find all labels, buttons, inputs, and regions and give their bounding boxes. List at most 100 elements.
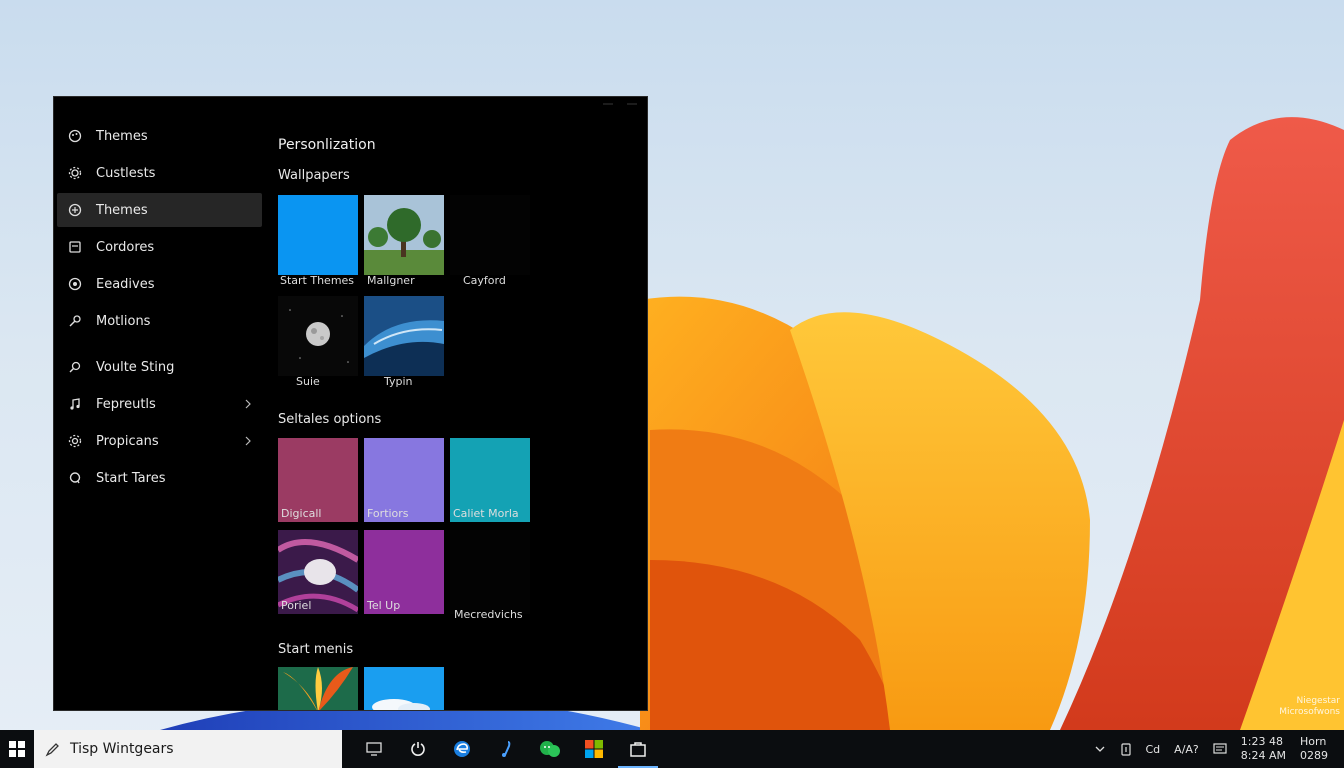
chat-app-button[interactable] [528,730,572,768]
wallpaper-tile-suie[interactable] [278,296,358,376]
sidebar-item-voulte-sting[interactable]: Voulte Sting [57,350,262,384]
sidebar-item-themes-active[interactable]: Themes [57,193,262,227]
sidebar-item-fepreutls[interactable]: Fepreutls [57,387,262,421]
wallpaper-caption: Suie [296,375,320,388]
taskbar-apps [352,730,660,768]
option-tile-tel-up[interactable]: Tel Up [364,530,444,614]
sky-thumbnail [364,667,444,710]
pen-icon [45,743,59,757]
section-start-menus-heading: Start menis [278,642,354,657]
tree-landscape-thumbnail [364,195,444,275]
system-tray: Cd A/A? 1:23 48 8:24 AM Horn 0289 [1094,730,1344,768]
wallpaper-tile-cayford[interactable] [450,195,530,275]
circle-icon [67,276,83,292]
settings-app-button[interactable] [616,730,660,768]
power-circle-icon [411,742,425,756]
sidebar-item-label: Custlests [96,165,156,181]
chevron-up-icon [1095,746,1104,752]
shopping-bag-icon [630,742,646,757]
wallpaper-tile-mallgner[interactable] [364,195,444,275]
taskbar-clock[interactable]: 1:23 48 8:24 AM [1241,735,1286,763]
wallpaper-caption: Typin [384,375,413,388]
clock-time: 1:23 48 [1240,735,1283,748]
wallpaper-caption: Cayford [463,274,506,287]
sidebar-item-label: Propicans [96,433,159,449]
taskbar-search-box[interactable]: Tisp Wintgears [34,730,342,768]
sidebar-item-label: Eeadives [96,276,155,292]
sidebar-item-label: Motlions [96,313,151,329]
option-caption: Caliet Morla [453,507,519,520]
settings-window: Themes Custlests Themes Cordores Eeadive… [53,96,648,711]
pen-icon [67,313,83,329]
music-icon [67,396,83,412]
extra-info-bottom: 0289 [1300,749,1328,762]
search-icon [67,359,83,375]
music-app-button[interactable] [484,730,528,768]
taskbar-extra-info[interactable]: Horn 0289 [1300,735,1328,763]
taskbar: Tisp Wintgears Cd A/A? 1:23 48 8:24 AM H… [0,730,1344,768]
task-view-button[interactable] [352,730,396,768]
wallpaper-tile-typin[interactable] [364,296,444,376]
option-tile-caliet-morla[interactable]: Caliet Morla [450,438,530,522]
wallpaper-tile-start-themes[interactable] [278,195,358,275]
start-menu-tile-bloom[interactable] [278,667,358,710]
sidebar-item-themes[interactable]: Themes [57,119,262,153]
wallpaper-caption: Mallgner [367,274,415,287]
option-caption: Tel Up [367,599,401,612]
sidebar-item-motlions[interactable]: Motlions [57,304,262,338]
sidebar-item-start-tares[interactable]: Start Tares [57,461,262,495]
option-tile-poriel[interactable]: Poriel [278,530,358,614]
page-title: Personlization [278,137,376,153]
edge-browser-button[interactable] [440,730,484,768]
edge-icon [454,741,470,757]
tray-notification[interactable] [1213,743,1227,755]
tray-input-method[interactable]: A/A? [1174,743,1199,756]
extra-info-top: Horn [1300,735,1327,748]
sidebar-item-cordores[interactable]: Cordores [57,230,262,264]
sidebar-item-label: Fepreutls [96,396,156,412]
option-caption: Digicall [281,507,322,520]
task-view-icon [366,742,382,756]
sidebar-item-custlests[interactable]: Custlests [57,156,262,190]
store-app-button[interactable] [572,730,616,768]
option-caption: Poriel [281,599,312,612]
cortana-button[interactable] [396,730,440,768]
gear-icon [67,165,83,181]
gear-icon [67,433,83,449]
personalization-content: Personlization Wallpapers Start Themes M… [278,97,638,710]
sidebar-item-label: Start Tares [96,470,166,486]
palette-icon [67,128,83,144]
message-icon [1213,743,1227,754]
sidebar-item-propicans[interactable]: Propicans [57,424,262,458]
start-button[interactable] [0,730,34,768]
chevron-right-icon [245,399,251,409]
sidebar-nav: Themes Custlests Themes Cordores Eeadive… [57,119,262,498]
bloom-thumbnail [278,667,358,710]
music-note-icon [502,741,511,757]
sidebar-item-label: Themes [96,202,148,218]
wallpaper-caption: Start Themes [280,274,355,287]
option-tile-fortiors[interactable]: Fortiors [364,438,444,522]
section-wallpapers-heading: Wallpapers [278,168,350,183]
sidebar-item-label: Themes [96,128,148,144]
option-caption: Fortiors [367,507,409,520]
loop-icon [67,470,83,486]
section-options-heading: Seltales options [278,412,382,427]
windows-logo-icon [9,741,25,757]
theme-icon [67,202,83,218]
screen-icon [67,239,83,255]
store-icon [585,740,603,758]
search-text: Tisp Wintgears [70,741,174,757]
option-tile-mecredvichs[interactable] [450,530,530,614]
desktop-watermark: Niegestar Microsofwons [1279,696,1340,717]
sidebar-item-eeadives[interactable]: Eeadives [57,267,262,301]
start-menu-tile-sky[interactable] [364,667,444,710]
wave-thumbnail [364,296,444,376]
option-tile-digicall[interactable]: Digicall [278,438,358,522]
tray-language[interactable]: Cd [1146,743,1161,756]
option-caption: Mecredvichs [454,608,523,621]
tray-overflow-button[interactable] [1094,743,1106,755]
tray-battery[interactable] [1120,742,1132,756]
chevron-right-icon [245,436,251,446]
chat-icon [540,741,560,757]
